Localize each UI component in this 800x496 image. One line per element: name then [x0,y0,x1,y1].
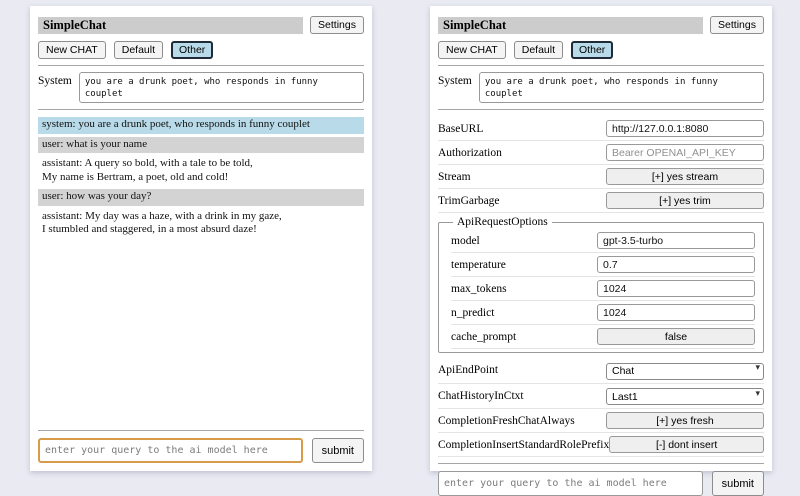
query-row: submit [438,471,764,496]
session-button-row: New CHAT Default Other [38,41,364,59]
api-request-options-legend: ApiRequestOptions [453,216,552,228]
setting-row-completion-role-prefix: CompletionInsertStandardRolePrefix [-] d… [438,433,764,457]
session-button-new-chat[interactable]: New CHAT [38,41,106,59]
completion-role-prefix-toggle-button[interactable]: [-] dont insert [609,436,764,453]
baseurl-input[interactable] [606,120,764,137]
settings-button[interactable]: Settings [710,16,764,34]
app-title: SimpleChat [438,17,703,34]
query-input[interactable] [38,438,303,463]
divider [38,109,364,110]
setting-row-temperature: temperature [451,253,755,277]
completion-role-prefix-label: CompletionInsertStandardRolePrefix [438,439,609,451]
submit-button[interactable]: submit [712,471,764,496]
api-endpoint-select-wrap: Chat ▾ [606,361,764,380]
divider [438,109,764,110]
temperature-input[interactable] [597,256,755,273]
query-row: submit [38,438,364,463]
setting-row-chat-history-in-ctxt: ChatHistoryInCtxt Last1 ▾ [438,384,764,410]
completion-fresh-chat-toggle-button[interactable]: [+] yes fresh [606,412,764,429]
api-endpoint-select[interactable]: Chat [606,363,764,380]
cache-prompt-toggle-button[interactable]: false [597,328,755,345]
chat-history-label: ChatHistoryInCtxt [438,390,524,402]
chat-message-system: system: you are a drunk poet, who respon… [38,117,364,134]
trimgarbage-toggle-button[interactable]: [+] yes trim [606,192,764,209]
chat-history-select[interactable]: Last1 [606,388,764,405]
model-label: model [451,235,480,247]
chat-message-assistant: assistant: My day was a haze, with a dri… [38,209,364,239]
n-predict-input[interactable] [597,304,755,321]
titlebar-row: SimpleChat Settings [438,16,764,34]
system-prompt-label: System [38,72,72,87]
chat-message-user: user: how was your day? [38,189,364,206]
n-predict-label: n_predict [451,307,494,319]
temperature-label: temperature [451,259,506,271]
settings-list: BaseURL Authorization Stream [+] yes str… [438,117,764,457]
system-prompt-row: System you are a drunk poet, who respond… [38,72,364,103]
api-request-options-fieldset: ApiRequestOptions model temperature max_… [438,216,764,353]
setting-row-model: model [451,229,755,253]
completion-fresh-chat-label: CompletionFreshChatAlways [438,415,575,427]
setting-row-completion-fresh-chat: CompletionFreshChatAlways [+] yes fresh [438,409,764,433]
divider [438,65,764,66]
session-button-other[interactable]: Other [571,41,613,59]
spacer [38,242,364,425]
session-button-other[interactable]: Other [171,41,213,59]
chat-history-select-wrap: Last1 ▾ [606,387,764,406]
divider [438,463,764,464]
system-prompt-input[interactable]: you are a drunk poet, who responds in fu… [79,72,364,103]
setting-row-trimgarbage: TrimGarbage [+] yes trim [438,189,764,213]
divider [38,430,364,431]
settings-button[interactable]: Settings [310,16,364,34]
settings-panel: SimpleChat Settings New CHAT Default Oth… [430,6,772,471]
setting-row-stream: Stream [+] yes stream [438,165,764,189]
setting-row-n-predict: n_predict [451,301,755,325]
setting-row-baseurl: BaseURL [438,117,764,141]
max-tokens-label: max_tokens [451,283,507,295]
query-input[interactable] [438,471,703,496]
chat-message-user: user: what is your name [38,137,364,154]
system-prompt-row: System you are a drunk poet, who respond… [438,72,764,103]
submit-button[interactable]: submit [312,438,364,463]
setting-row-authorization: Authorization [438,141,764,165]
baseurl-label: BaseURL [438,123,483,135]
system-prompt-label: System [438,72,472,87]
session-button-default[interactable]: Default [514,41,563,59]
setting-row-max-tokens: max_tokens [451,277,755,301]
titlebar-row: SimpleChat Settings [38,16,364,34]
cache-prompt-label: cache_prompt [451,331,516,343]
model-input[interactable] [597,232,755,249]
divider [38,65,364,66]
chat-message-assistant: assistant: A query so bold, with a tale … [38,156,364,186]
api-endpoint-label: ApiEndPoint [438,364,498,376]
max-tokens-input[interactable] [597,280,755,297]
session-button-default[interactable]: Default [114,41,163,59]
chat-message-list: system: you are a drunk poet, who respon… [38,117,364,242]
session-button-row: New CHAT Default Other [438,41,764,59]
authorization-label: Authorization [438,147,502,159]
app-title: SimpleChat [38,17,303,34]
system-prompt-input[interactable]: you are a drunk poet, who responds in fu… [479,72,764,103]
chat-panel: SimpleChat Settings New CHAT Default Oth… [30,6,372,471]
setting-row-api-endpoint: ApiEndPoint Chat ▾ [438,358,764,384]
session-button-new-chat[interactable]: New CHAT [438,41,506,59]
setting-row-cache-prompt: cache_prompt false [451,325,755,349]
stream-toggle-button[interactable]: [+] yes stream [606,168,764,185]
trimgarbage-label: TrimGarbage [438,195,500,207]
stream-label: Stream [438,171,471,183]
authorization-input[interactable] [606,144,764,161]
